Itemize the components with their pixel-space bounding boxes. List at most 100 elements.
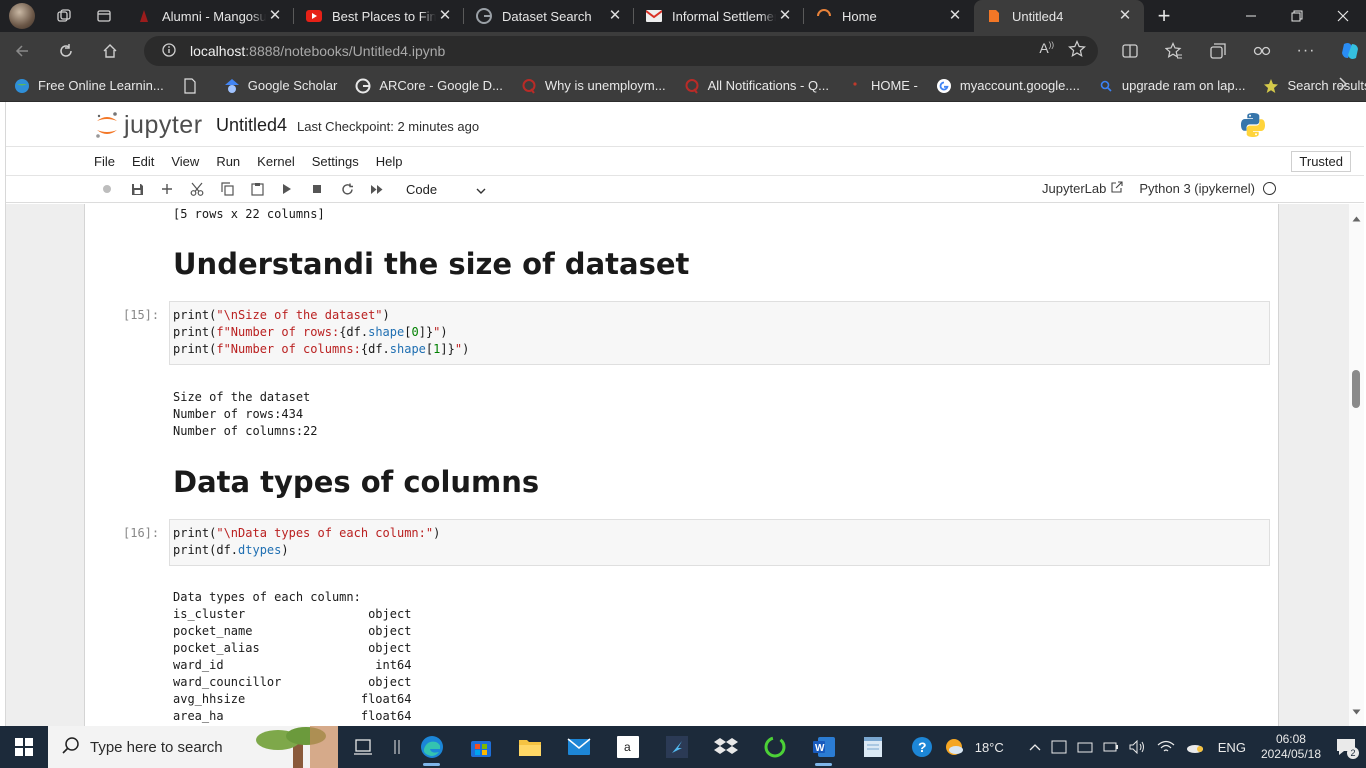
notification-icon[interactable]: 2 <box>1336 738 1359 759</box>
new-tab-button[interactable]: + <box>1144 0 1184 32</box>
battery-icon[interactable] <box>1103 740 1119 754</box>
visual-studio-icon[interactable] <box>652 726 701 768</box>
profile-avatar[interactable] <box>0 0 44 32</box>
split-screen-icon[interactable] <box>1108 32 1152 70</box>
favorite-star-icon[interactable] <box>1068 40 1086 61</box>
favorites-icon[interactable] <box>1152 32 1196 70</box>
taskbar-search[interactable]: Type here to search <box>48 726 338 768</box>
menu-settings[interactable]: Settings <box>312 154 359 169</box>
windows-start-icon[interactable] <box>0 726 48 768</box>
menu-file[interactable]: File <box>94 154 115 169</box>
volume-icon[interactable] <box>1129 740 1147 754</box>
workspaces-icon[interactable] <box>44 0 84 32</box>
bookmark-item[interactable]: HOME - <box>847 78 918 94</box>
bookmark-item[interactable] <box>182 77 206 94</box>
mail-icon[interactable] <box>554 726 603 768</box>
paste-icon[interactable] <box>242 177 272 201</box>
save-icon[interactable] <box>122 177 152 201</box>
bookmark-item[interactable]: upgrade ram on lap... <box>1098 78 1245 94</box>
tab-actions-icon[interactable] <box>84 0 124 32</box>
tray-app-icon[interactable] <box>1051 740 1067 754</box>
browser-tab[interactable]: Home ✕ <box>804 0 974 32</box>
onedrive-icon[interactable] <box>1185 740 1205 754</box>
bookmark-item[interactable]: Search results for: '... <box>1263 78 1366 94</box>
minimize-icon[interactable] <box>1228 0 1274 32</box>
code-cell-input[interactable]: print("\nData types of each column:") pr… <box>169 519 1270 566</box>
cell-type-select[interactable]: Code <box>406 182 486 197</box>
dropbox-icon[interactable] <box>701 726 750 768</box>
menu-kernel[interactable]: Kernel <box>257 154 295 169</box>
wifi-icon[interactable] <box>1157 740 1175 754</box>
amazon-icon[interactable]: a <box>603 726 652 768</box>
chevron-right-icon[interactable] <box>1338 76 1348 95</box>
copilot-icon[interactable] <box>1328 32 1366 70</box>
close-tab-icon[interactable]: ✕ <box>946 7 964 25</box>
weather-temp[interactable]: 18°C <box>975 740 1004 755</box>
jupyterlab-link[interactable]: JupyterLab <box>1042 181 1123 196</box>
bookmark-item[interactable]: Google Scholar <box>224 78 337 94</box>
menu-run[interactable]: Run <box>216 154 240 169</box>
restart-icon[interactable] <box>332 177 362 201</box>
notepad-icon[interactable] <box>848 726 897 768</box>
kernel-name[interactable]: Python 3 (ipykernel) <box>1139 181 1255 196</box>
refresh-app-icon[interactable] <box>750 726 799 768</box>
menu-edit[interactable]: Edit <box>132 154 154 169</box>
site-info-icon[interactable] <box>162 42 176 60</box>
menu-view[interactable]: View <box>171 154 199 169</box>
close-window-icon[interactable] <box>1320 0 1366 32</box>
clock[interactable]: 06:08 2024/05/18 <box>1261 732 1321 762</box>
file-explorer-icon[interactable] <box>505 726 554 768</box>
edge-taskbar-icon[interactable] <box>407 726 456 768</box>
notebook-scrollbar[interactable] <box>1349 204 1364 726</box>
bookmark-item[interactable]: Why is unemploym... <box>521 78 666 94</box>
menu-help[interactable]: Help <box>376 154 403 169</box>
reload-icon[interactable] <box>44 32 88 70</box>
fast-forward-icon[interactable] <box>362 177 392 201</box>
scrollbar-thumb[interactable] <box>1352 370 1360 408</box>
bookmark-item[interactable]: myaccount.google.... <box>936 78 1080 94</box>
close-tab-icon[interactable]: ✕ <box>606 7 624 25</box>
cut-icon[interactable] <box>182 177 212 201</box>
markdown-heading[interactable]: Data types of columns <box>173 465 539 499</box>
code-cell-input[interactable]: print("\nSize of the dataset") print(f"N… <box>169 301 1270 365</box>
extensions-icon[interactable] <box>1240 32 1284 70</box>
weather-icon[interactable] <box>943 736 965 758</box>
read-aloud-icon[interactable]: A)) <box>1039 40 1054 61</box>
add-cell-icon[interactable] <box>152 177 182 201</box>
close-tab-icon[interactable]: ✕ <box>1116 7 1134 25</box>
jupyter-logo[interactable]: jupyter <box>94 110 203 140</box>
bookmark-item[interactable]: All Notifications - Q... <box>684 78 829 94</box>
close-tab-icon[interactable]: ✕ <box>436 7 454 25</box>
back-icon[interactable] <box>0 32 44 70</box>
notebook-panel[interactable]: [5 rows x 22 columns] Understandi the si… <box>6 204 1349 726</box>
url-field[interactable]: localhost:8888/notebooks/Untitled4.ipynb… <box>144 36 1098 66</box>
browser-tab[interactable]: Alumni - Mangosuthu ✕ <box>124 0 294 32</box>
run-icon[interactable] <box>272 177 302 201</box>
store-taskbar-icon[interactable] <box>456 726 505 768</box>
bookmark-item[interactable]: ARCore - Google D... <box>355 78 503 94</box>
scroll-up-icon[interactable] <box>1352 210 1361 225</box>
scroll-down-icon[interactable] <box>1352 703 1361 718</box>
close-tab-icon[interactable]: ✕ <box>776 7 794 25</box>
stop-icon[interactable] <box>302 177 332 201</box>
browser-tab[interactable]: Best Places to Find D ✕ <box>294 0 464 32</box>
restore-icon[interactable] <box>1274 0 1320 32</box>
home-icon[interactable] <box>88 32 132 70</box>
browser-tab[interactable]: Informal Settlement ✕ <box>634 0 804 32</box>
markdown-heading[interactable]: Understandi the size of dataset <box>173 247 689 281</box>
notebook-title[interactable]: Untitled4 <box>216 115 287 136</box>
language-indicator[interactable]: ENG <box>1218 740 1246 755</box>
show-hidden-icons[interactable] <box>1029 743 1041 751</box>
browser-tab-active[interactable]: Untitled4 ✕ <box>974 0 1144 32</box>
task-view-icon[interactable] <box>338 726 387 768</box>
copy-icon[interactable] <box>212 177 242 201</box>
trusted-indicator[interactable]: Trusted <box>1291 151 1351 172</box>
word-icon[interactable]: W <box>799 726 848 768</box>
more-menu-icon[interactable]: ··· <box>1284 32 1328 70</box>
close-tab-icon[interactable]: ✕ <box>266 7 284 25</box>
tray-app-icon[interactable] <box>1077 740 1093 754</box>
debug-icon[interactable] <box>92 177 122 201</box>
browser-tab[interactable]: Dataset Search ✕ <box>464 0 634 32</box>
collections-icon[interactable] <box>1196 32 1240 70</box>
bookmark-item[interactable]: Free Online Learnin... <box>14 78 164 94</box>
